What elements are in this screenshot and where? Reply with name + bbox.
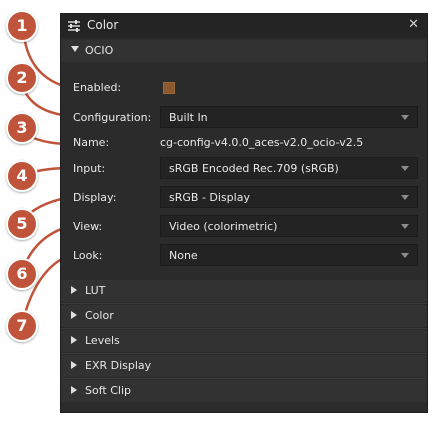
chevron-down-icon xyxy=(401,195,409,200)
section-levels-header[interactable]: Levels xyxy=(61,330,427,352)
enabled-checkbox[interactable] xyxy=(163,82,175,94)
divider xyxy=(61,378,427,379)
collapsed-arrow-icon xyxy=(71,311,77,319)
input-value: sRGB Encoded Rec.709 (sRGB) xyxy=(169,162,339,175)
section-color-header[interactable]: Color xyxy=(61,305,427,327)
look-value: None xyxy=(169,249,198,262)
display-select[interactable]: sRGB - Display xyxy=(160,186,418,208)
collapsed-arrow-icon xyxy=(71,361,77,369)
callout-4: 4 xyxy=(6,160,38,192)
panel-title: Color xyxy=(87,18,119,32)
section-ocio-label: OCIO xyxy=(85,44,114,57)
callout-3: 3 xyxy=(6,112,38,144)
color-panel: Color ✕ OCIO Enabled: Configuration: Bui… xyxy=(60,13,428,413)
panel-titlebar: Color ✕ xyxy=(61,14,427,38)
callout-7: 7 xyxy=(6,310,38,342)
divider xyxy=(61,328,427,329)
section-exr-display-header[interactable]: EXR Display xyxy=(61,355,427,377)
collapsed-arrow-icon xyxy=(71,386,77,394)
expanded-arrow-icon xyxy=(71,46,79,52)
name-value: cg-config-v4.0.0_aces-v2.0_ocio-v2.5 xyxy=(160,136,364,149)
configuration-value: Built In xyxy=(169,111,208,124)
section-label: Color xyxy=(85,309,114,322)
section-label: Levels xyxy=(85,334,120,347)
section-label: Soft Clip xyxy=(85,384,131,397)
callout-1: 1 xyxy=(6,10,38,42)
configuration-select[interactable]: Built In xyxy=(160,106,418,128)
section-lut-header[interactable]: LUT xyxy=(61,280,427,302)
chevron-down-icon xyxy=(401,224,409,229)
divider xyxy=(61,303,427,304)
view-label: View: xyxy=(73,220,103,233)
configuration-label: Configuration: xyxy=(73,111,152,124)
view-select[interactable]: Video (colorimetric) xyxy=(160,215,418,237)
section-soft-clip-header[interactable]: Soft Clip xyxy=(61,380,427,402)
input-label: Input: xyxy=(73,162,106,175)
section-label: EXR Display xyxy=(85,359,152,372)
chevron-down-icon xyxy=(401,115,409,120)
callout-5: 5 xyxy=(6,208,38,240)
section-ocio-header[interactable]: OCIO xyxy=(61,40,427,62)
section-label: LUT xyxy=(85,284,106,297)
display-label: Display: xyxy=(73,191,117,204)
chevron-down-icon xyxy=(401,166,409,171)
divider xyxy=(61,353,427,354)
callout-2: 2 xyxy=(6,62,38,94)
display-value: sRGB - Display xyxy=(169,191,250,204)
chevron-down-icon xyxy=(401,253,409,258)
sliders-icon xyxy=(68,20,80,32)
look-label: Look: xyxy=(73,249,103,262)
view-value: Video (colorimetric) xyxy=(169,220,278,233)
callout-6: 6 xyxy=(6,258,38,290)
name-label: Name: xyxy=(73,136,110,149)
close-icon[interactable]: ✕ xyxy=(408,17,419,32)
collapsed-arrow-icon xyxy=(71,286,77,294)
enabled-label: Enabled: xyxy=(73,81,122,94)
input-select[interactable]: sRGB Encoded Rec.709 (sRGB) xyxy=(160,157,418,179)
look-select[interactable]: None xyxy=(160,244,418,266)
collapsed-arrow-icon xyxy=(71,336,77,344)
